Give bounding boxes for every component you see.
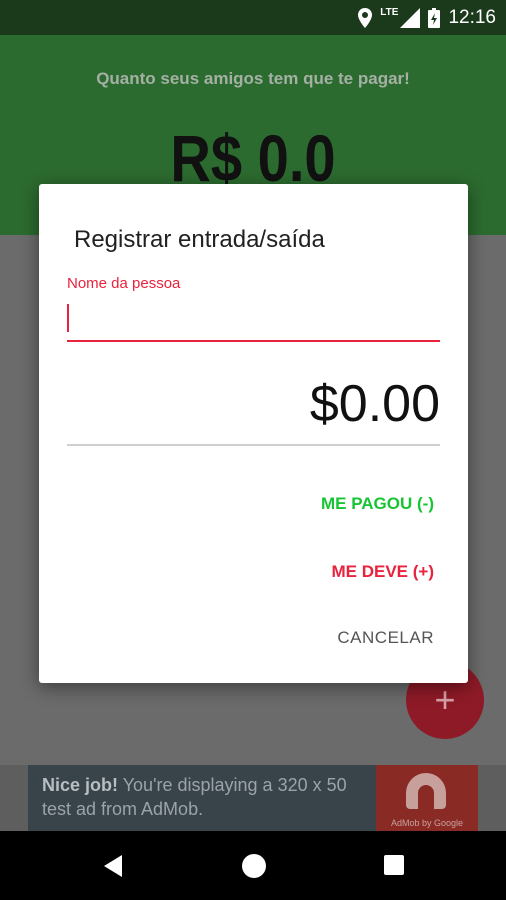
battery-icon [428,7,441,28]
amount-value: $0.00 [309,375,440,433]
recents-icon[interactable] [384,855,404,875]
owes-me-button[interactable]: ME DEVE (+) [332,562,435,582]
status-bar: LTE 12:16 [0,0,506,35]
paid-me-button[interactable]: ME PAGOU (-) [321,494,434,514]
ad-banner[interactable]: Nice job! You're displaying a 320 x 50 t… [28,765,478,831]
admob-caption: AdMob by Google [390,818,464,828]
dialog-title: Registrar entrada/saída [74,226,325,253]
amount-input[interactable]: $0.00 [67,374,440,446]
home-icon[interactable] [242,854,266,878]
ad-headline: Nice job! [42,775,119,795]
name-field-label: Nome da pessoa [67,275,181,292]
clock: 12:16 [448,6,496,28]
plus-icon: + [434,679,456,720]
signal-icon [400,7,421,28]
name-input[interactable] [67,298,440,342]
text-caret [67,304,69,332]
back-icon[interactable] [104,855,122,877]
admob-icon [406,773,446,809]
location-icon [358,7,373,28]
admob-logo: AdMob by Google [376,765,478,831]
cancel-button[interactable]: CANCELAR [337,628,434,648]
register-dialog: Registrar entrada/saída Nome da pessoa $… [39,184,468,683]
network-type: LTE [380,7,399,18]
ad-text: Nice job! You're displaying a 320 x 50 t… [42,773,372,821]
header-subtitle: Quanto seus amigos tem que te pagar! [96,69,410,88]
navigation-bar [0,831,506,900]
